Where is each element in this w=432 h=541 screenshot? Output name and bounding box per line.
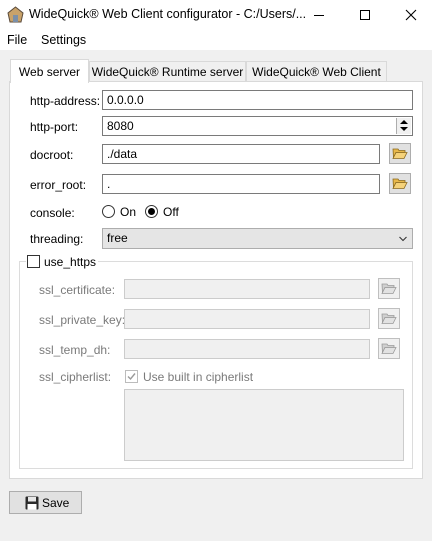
chevron-down-icon: [399, 236, 407, 242]
ssl-temp-dh-browse-button[interactable]: [378, 338, 400, 359]
http-port-label: http-port:: [30, 120, 79, 134]
spin-down-icon[interactable]: [400, 127, 408, 131]
checkmark-icon: [127, 373, 136, 381]
ssl-temp-dh-input[interactable]: [124, 339, 370, 359]
floppy-disk-icon: [25, 496, 39, 509]
console-on-radio[interactable]: [102, 205, 115, 218]
use-https-checkbox[interactable]: [27, 255, 40, 268]
minimize-icon: [314, 14, 324, 16]
menu-file[interactable]: File: [7, 33, 27, 47]
radio-selected-dot: [148, 208, 155, 215]
ssl-certificate-browse-button[interactable]: [378, 278, 400, 299]
docroot-input[interactable]: ./data: [102, 144, 380, 164]
ssl-temp-dh-label: ssl_temp_dh:: [39, 343, 111, 357]
ssl-certificate-label: ssl_certificate:: [39, 283, 116, 297]
save-label: Save: [42, 495, 70, 510]
window-title: WideQuick® Web Client configurator - C:/…: [29, 7, 307, 21]
app-icon: [7, 6, 24, 23]
maximize-button[interactable]: [342, 0, 388, 30]
error-root-label: error_root:: [30, 178, 87, 192]
close-icon: [405, 9, 417, 21]
ssl-cipherlist-textarea[interactable]: [124, 389, 404, 461]
console-label: console:: [30, 206, 75, 220]
docroot-label: docroot:: [30, 148, 74, 162]
spin-buttons[interactable]: [396, 118, 411, 134]
folder-open-icon: [392, 178, 408, 189]
http-port-value: 8080: [107, 119, 134, 133]
builtin-cipherlist-checkbox[interactable]: [125, 370, 138, 383]
status-bar: [0, 522, 432, 541]
ssl-private-key-label: ssl_private_key:: [39, 313, 126, 327]
folder-open-icon: [381, 343, 397, 354]
folder-open-icon: [392, 148, 408, 159]
error-root-input[interactable]: .: [102, 174, 380, 194]
folder-open-icon: [381, 283, 397, 294]
minimize-button[interactable]: [296, 0, 342, 30]
console-on-label[interactable]: On: [120, 205, 136, 219]
error-root-browse-button[interactable]: [389, 173, 411, 194]
http-port-spinbox[interactable]: 8080: [102, 116, 413, 136]
spin-up-icon[interactable]: [400, 120, 408, 124]
maximize-icon: [360, 10, 370, 20]
tab-runtime-server[interactable]: WideQuick® Runtime server: [89, 61, 246, 81]
tab-web-client[interactable]: WideQuick® Web Client: [246, 61, 387, 81]
use-https-label[interactable]: use_https: [44, 255, 96, 269]
ssl-cipherlist-label: ssl_cipherlist:: [39, 370, 112, 384]
http-address-label: http-address:: [30, 94, 101, 108]
folder-open-icon: [381, 313, 397, 324]
ssl-private-key-browse-button[interactable]: [378, 308, 400, 329]
docroot-browse-button[interactable]: [389, 143, 411, 164]
close-button[interactable]: [388, 0, 432, 30]
ssl-certificate-input[interactable]: [124, 279, 370, 299]
ssl-private-key-input[interactable]: [124, 309, 370, 329]
save-button[interactable]: Save: [9, 491, 82, 514]
console-off-radio[interactable]: [145, 205, 158, 218]
tab-web-server[interactable]: Web server: [10, 59, 89, 83]
builtin-cipherlist-label[interactable]: Use built in cipherlist: [143, 370, 253, 384]
threading-label: threading:: [30, 232, 84, 246]
console-off-label[interactable]: Off: [163, 205, 179, 219]
threading-value: free: [107, 231, 128, 245]
threading-select[interactable]: free: [102, 228, 413, 249]
menu-settings[interactable]: Settings: [41, 33, 86, 47]
http-address-input[interactable]: 0.0.0.0: [102, 90, 413, 110]
